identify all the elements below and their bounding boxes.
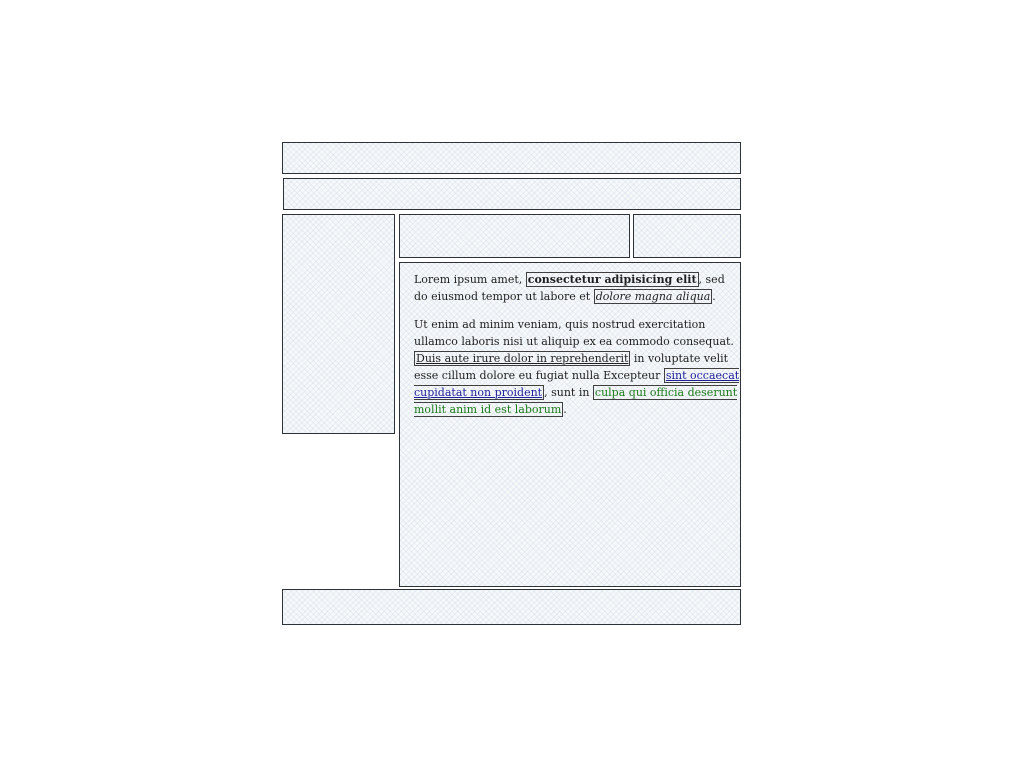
bold-text: consectetur adipisicing elit (525, 272, 699, 287)
upper-right-panel (633, 214, 741, 258)
footer-panel (282, 589, 741, 625)
navigation-panel (283, 178, 741, 210)
italic-text: dolore magna aliqua (593, 289, 713, 304)
paragraph-1-text-3: . (712, 290, 716, 303)
paragraph-2-text-1: Ut enim ad minim veniam, quis nostrud ex… (414, 318, 734, 348)
paragraph-1: Lorem ipsum amet, consectetur adipisicin… (414, 271, 740, 305)
sidebar-panel (282, 214, 395, 434)
underlined-text: Duis aute irure dolor in reprehenderit (414, 351, 631, 366)
paragraph-1-text-1: Lorem ipsum amet, (414, 273, 526, 286)
page-canvas: Lorem ipsum amet, consectetur adipisicin… (0, 0, 1024, 768)
upper-middle-panel (399, 214, 630, 258)
main-content-panel: Lorem ipsum amet, consectetur adipisicin… (399, 262, 741, 587)
paragraph-2-text-3: , sunt in (544, 386, 593, 399)
header-panel (282, 142, 741, 174)
paragraph-2-text-4: . (563, 403, 567, 416)
paragraph-2: Ut enim ad minim veniam, quis nostrud ex… (414, 316, 740, 418)
content-text: Lorem ipsum amet, consectetur adipisicin… (414, 271, 740, 418)
